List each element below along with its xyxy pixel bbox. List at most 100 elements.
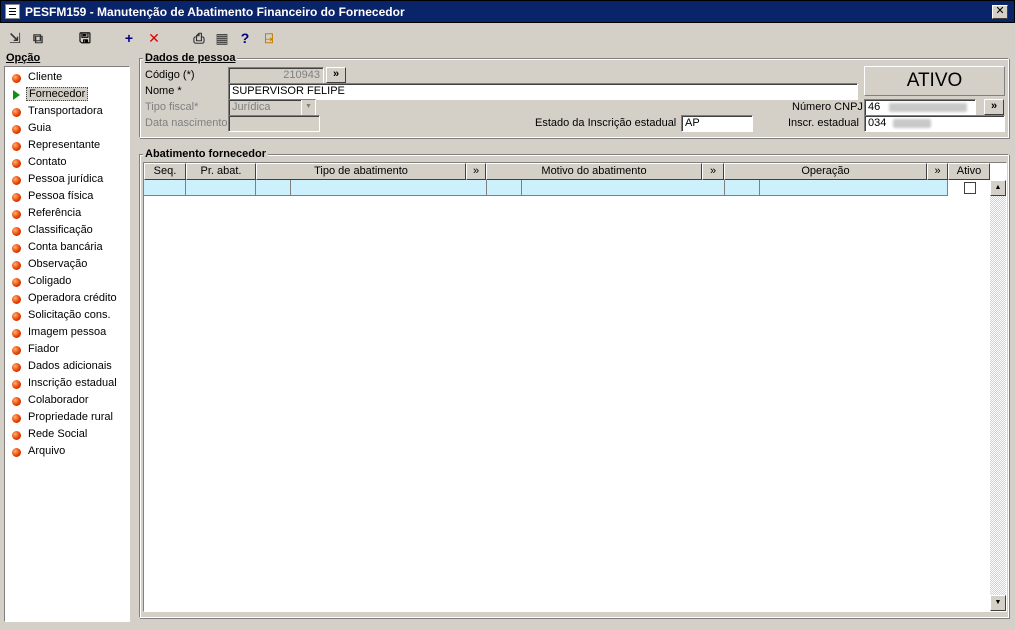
window-title: PESFM159 - Manutenção de Abatimento Fina… (25, 5, 405, 19)
sidebar-item-label: Fornecedor (26, 87, 89, 101)
cell-tipo-desc[interactable] (291, 180, 487, 196)
bullet-icon (12, 363, 21, 372)
bullet-icon (12, 159, 21, 168)
sidebar-item-label: Representante (28, 139, 101, 151)
cell-motivo-code[interactable] (487, 180, 522, 196)
delete-icon[interactable]: ✕ (145, 29, 163, 47)
import-icon[interactable]: ⇲ (6, 29, 24, 47)
sidebar-item-label: Inscrição estadual (28, 377, 117, 389)
bullet-icon (12, 295, 21, 304)
sidebar-item-label: Propriedade rural (28, 411, 113, 423)
copy-icon[interactable]: ⧉ (29, 29, 47, 47)
column-header-operacao[interactable]: Operação (724, 163, 927, 180)
bullet-icon (12, 74, 21, 83)
sidebar-item-label: Operadora crédito (28, 292, 117, 304)
bullet-icon (12, 210, 21, 219)
tipo-lookup-button[interactable]: » (466, 163, 486, 180)
column-header-seq[interactable]: Seq. (144, 163, 186, 180)
cell-pr-abat[interactable] (186, 180, 256, 196)
exit-icon[interactable]: ⍈ (260, 29, 278, 47)
help-icon[interactable]: ? (236, 29, 254, 47)
data-nascimento-field[interactable] (228, 115, 320, 132)
tipo-fiscal-label: Tipo fiscal* (145, 101, 199, 113)
sidebar-item-label: Arquivo (28, 445, 66, 457)
sidebar-item-label: Pessoa jurídica (28, 173, 104, 185)
operacao-lookup-button[interactable]: » (927, 163, 948, 180)
bullet-icon (12, 397, 21, 406)
scroll-up-button[interactable]: ▲ (990, 180, 1006, 196)
bullet-icon (12, 312, 21, 321)
column-header-tipo-abatimento[interactable]: Tipo de abatimento (256, 163, 466, 180)
column-header-ativo[interactable]: Ativo (948, 163, 990, 180)
bullet-icon (12, 108, 21, 117)
abatimento-title: Abatimento fornecedor (143, 148, 269, 160)
cell-operacao-desc[interactable] (760, 180, 948, 196)
sidebar-item-label: Fiador (28, 343, 60, 355)
estado-ie-label: Estado da Inscrição estadual (535, 117, 677, 129)
close-button[interactable]: ✕ (992, 5, 1008, 19)
calculator-icon[interactable]: ▦ (213, 29, 231, 47)
sidebar-item-label: Observação (28, 258, 88, 270)
codigo-label: Código (*) (145, 69, 195, 81)
cell-seq[interactable] (144, 180, 186, 196)
column-header-motivo-abatimento[interactable]: Motivo do abatimento (486, 163, 702, 180)
bullet-icon (12, 261, 21, 270)
ie-label: Inscr. estadual (788, 117, 859, 129)
sidebar-item-label: Colaborador (28, 394, 89, 406)
cell-operacao-code[interactable] (725, 180, 760, 196)
cnpj-label: Número CNPJ (792, 101, 863, 113)
sidebar-item-label: Cliente (28, 71, 63, 83)
nome-field[interactable]: SUPERVISOR FELIPE (228, 83, 858, 100)
toolbar: ⇲ ⧉ 🖫 + ✕ ⎙ ▦ ? ⍈ (0, 24, 1015, 52)
redacted-blur (889, 102, 968, 112)
bullet-icon (12, 380, 21, 389)
redacted-blur (893, 118, 932, 128)
bullet-icon (12, 176, 21, 185)
sidebar-option-list: Cliente Fornecedor Transportadora Guia R… (4, 66, 130, 622)
vertical-scrollbar[interactable]: ▲ ▼ (990, 180, 1006, 611)
sidebar-item-label: Coligado (28, 275, 72, 287)
tipo-fiscal-select[interactable]: Jurídica ▼ (228, 99, 316, 116)
add-icon[interactable]: + (120, 29, 138, 47)
sidebar-item-label: Rede Social (28, 428, 88, 440)
print-icon[interactable]: ⎙ (190, 29, 208, 47)
column-header-pr-abat[interactable]: Pr. abat. (186, 163, 256, 180)
bullet-icon (12, 414, 21, 423)
data-nascimento-label: Data nascimento (145, 117, 228, 129)
cnpj-value: 46 (868, 101, 881, 113)
current-arrow-icon (13, 90, 20, 100)
ativo-checkbox[interactable] (964, 182, 976, 194)
sidebar-item-label: Dados adicionais (28, 360, 112, 372)
app-icon (5, 4, 20, 19)
cell-tipo-code[interactable] (256, 180, 291, 196)
save-icon[interactable]: 🖫 (76, 29, 94, 47)
status-badge: ATIVO (864, 66, 1005, 96)
bullet-icon (12, 431, 21, 440)
chevron-down-icon[interactable]: ▼ (301, 100, 315, 115)
cnpj-field[interactable]: 46 (864, 99, 976, 116)
abatimento-table[interactable]: Seq. Pr. abat. Tipo de abatimento » Moti… (143, 162, 1007, 612)
nome-label: Nome * (145, 85, 182, 97)
sidebar-title: Opção (6, 52, 41, 64)
sidebar-item-label: Conta bancária (28, 241, 103, 253)
ie-field[interactable]: 034 (864, 115, 1005, 132)
bullet-icon (12, 278, 21, 287)
dados-pessoa-title: Dados de pessoa (143, 52, 238, 64)
bullet-icon (12, 329, 21, 338)
ie-value: 034 (868, 117, 887, 129)
title-bar: PESFM159 - Manutenção de Abatimento Fina… (0, 0, 1015, 23)
codigo-lookup-button[interactable]: » (326, 67, 346, 83)
codigo-field[interactable]: 210943 (228, 67, 324, 84)
scroll-down-button[interactable]: ▼ (990, 595, 1006, 611)
bullet-icon (12, 448, 21, 457)
sidebar-item-label: Solicitação cons. (28, 309, 111, 321)
cnpj-lookup-button[interactable]: » (984, 99, 1004, 115)
sidebar-item-label: Pessoa física (28, 190, 94, 202)
estado-ie-field[interactable]: AP (681, 115, 753, 132)
bullet-icon (12, 227, 21, 236)
bullet-icon (12, 244, 21, 253)
cell-motivo-desc[interactable] (522, 180, 725, 196)
motivo-lookup-button[interactable]: » (702, 163, 724, 180)
sidebar-item-label: Classificação (28, 224, 93, 236)
sidebar-item-label: Transportadora (28, 105, 103, 117)
